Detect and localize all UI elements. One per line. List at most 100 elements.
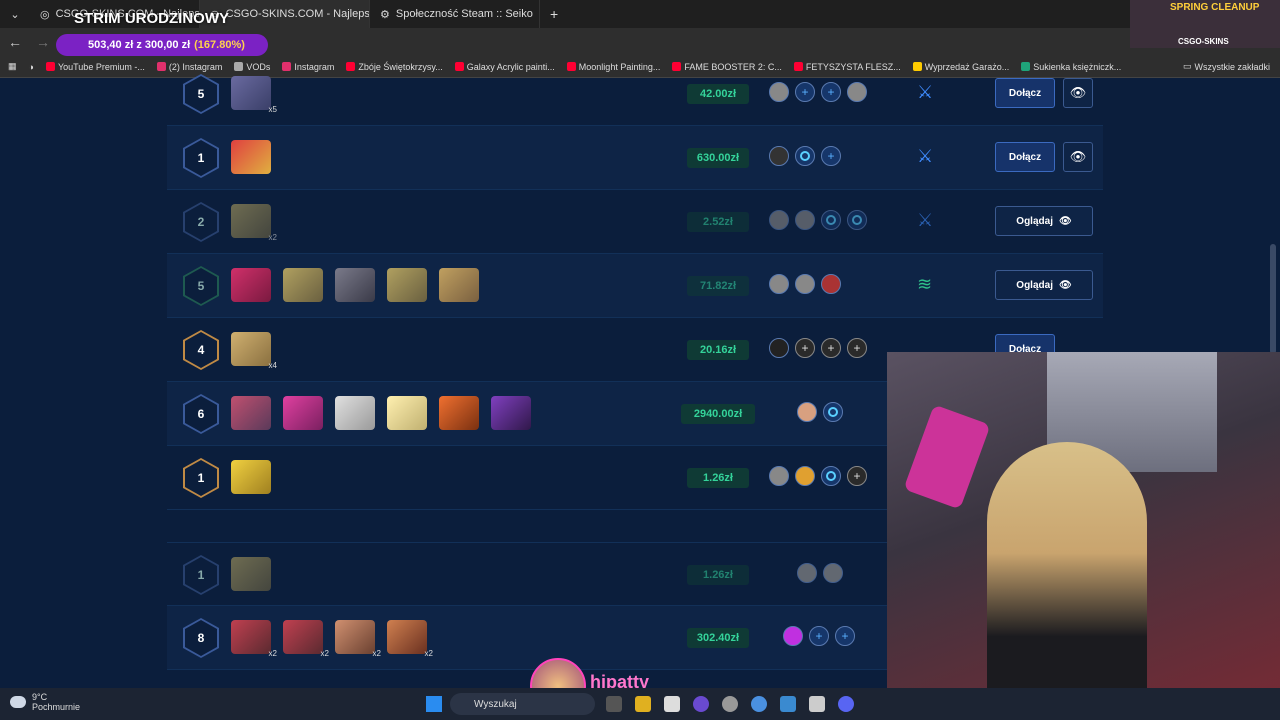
case-list — [231, 268, 479, 302]
back-icon[interactable]: ← — [8, 34, 22, 50]
spectator-icon — [821, 466, 841, 486]
join-slot-icon[interactable]: + — [847, 466, 867, 486]
case-image — [231, 396, 271, 430]
eye-icon[interactable]: 👁 — [1063, 78, 1093, 108]
donation-percent: (167.80%) — [194, 39, 245, 51]
apps-icon[interactable]: ▦ — [8, 61, 17, 72]
players-slots — [769, 274, 841, 294]
case-image: x4 — [231, 332, 277, 370]
case-image — [231, 268, 271, 302]
players-slots: + + — [769, 82, 867, 102]
weather-widget[interactable]: 9°C Pochmurnie — [10, 692, 80, 712]
avatar — [769, 82, 789, 102]
player-count-badge: 1 — [183, 555, 219, 595]
join-slot-icon[interactable]: + — [795, 338, 815, 358]
case-image — [439, 396, 479, 430]
eye-icon: 👁 — [1058, 215, 1072, 227]
steam-icon: ⚙ — [380, 8, 390, 21]
join-button[interactable]: Dołącz — [995, 78, 1055, 108]
avatar — [797, 563, 817, 583]
avatar — [769, 274, 789, 294]
join-button[interactable]: Dołącz — [995, 142, 1055, 172]
tab-list-icon[interactable]: ⌄ — [0, 8, 30, 21]
case-image: x2 — [231, 620, 277, 658]
cloud-icon — [10, 696, 26, 708]
join-slot-icon[interactable]: + — [835, 626, 855, 646]
battle-row: 2 x2 2.52zł ⚔ Oglądaj 👁 — [167, 190, 1103, 254]
case-list: x5 — [231, 76, 277, 114]
corner-camera: SPRING CLEANUP CSGO-SKINS — [1130, 0, 1280, 48]
eye-icon[interactable]: 👁 — [1063, 142, 1093, 172]
avatar — [769, 338, 789, 358]
app-icon[interactable] — [809, 696, 825, 712]
case-image: x2 — [283, 620, 329, 658]
new-tab-button[interactable]: + — [540, 6, 558, 22]
scrollbar[interactable] — [1270, 244, 1276, 354]
player-count-badge: 4 — [183, 330, 219, 370]
case-image — [491, 396, 531, 430]
avatar — [769, 466, 789, 486]
players-slots: + + + — [769, 338, 867, 358]
tab-steam[interactable]: ⚙Społeczność Steam :: Seiko✕ — [370, 0, 540, 28]
temperature: 9°C — [32, 692, 48, 702]
forward-icon[interactable]: → — [36, 34, 50, 50]
battle-row: 1 630.00zł + ⚔ Dołącz 👁 — [167, 126, 1103, 190]
players-slots: + + — [783, 626, 855, 646]
task-view-icon[interactable] — [606, 696, 622, 712]
taskbar-search[interactable]: Wyszukaj — [450, 693, 595, 715]
chrome-icon[interactable] — [751, 696, 767, 712]
bookmark-icon[interactable]: ◑ — [29, 62, 34, 72]
join-slot-icon[interactable]: + — [821, 146, 841, 166]
case-image: x2 — [335, 620, 381, 658]
case-image — [335, 268, 375, 302]
join-slot-icon[interactable]: + — [821, 338, 841, 358]
join-slot-icon[interactable]: + — [795, 82, 815, 102]
case-image: x2 — [387, 620, 433, 658]
case-list: x2 — [231, 204, 277, 242]
discord-icon[interactable] — [838, 696, 854, 712]
case-list — [231, 460, 271, 494]
spectator-icon — [847, 210, 867, 230]
bookmark[interactable]: YouTube Premium -... — [45, 62, 145, 72]
watch-button[interactable]: Oglądaj 👁 — [995, 206, 1093, 236]
windows-start-icon[interactable] — [426, 696, 442, 712]
watch-button[interactable]: Oglądaj 👁 — [995, 270, 1093, 300]
join-slot-icon[interactable]: + — [809, 626, 829, 646]
join-slot-icon[interactable]: + — [821, 82, 841, 102]
battle-price: 71.82zł — [687, 276, 749, 296]
player-count-badge: 1 — [183, 138, 219, 178]
battle-row: 5 x5 42.00zł + + ⚔ Dołącz 👁 — [167, 62, 1103, 126]
battle-price: 42.00zł — [687, 84, 749, 104]
avatar — [821, 274, 841, 294]
case-image — [231, 557, 271, 591]
avatar — [795, 466, 815, 486]
app-icon[interactable] — [693, 696, 709, 712]
avatar — [783, 626, 803, 646]
player-count-badge: 5 — [183, 266, 219, 306]
notepad-icon[interactable] — [780, 696, 796, 712]
case-image — [439, 268, 479, 302]
eye-icon: 👁 — [1058, 279, 1072, 291]
stream-title: STRIM URODZINOWY — [74, 10, 229, 27]
folder-icon: ▭ — [1182, 61, 1192, 71]
case-image — [283, 268, 323, 302]
spectator-icon — [821, 210, 841, 230]
corner-brand: CSGO-SKINS — [1178, 37, 1229, 46]
case-image — [231, 140, 271, 174]
case-image: x2 — [231, 204, 277, 242]
store-icon[interactable] — [664, 696, 680, 712]
avatar — [769, 146, 789, 166]
all-bookmarks[interactable]: ▭ Wszystkie zakładki — [1183, 61, 1270, 72]
join-slot-icon[interactable]: + — [847, 338, 867, 358]
app-icon[interactable] — [722, 696, 738, 712]
players-slots — [797, 402, 843, 422]
case-list — [231, 140, 271, 174]
taskbar: 9°C Pochmurnie Wyszukaj — [0, 688, 1280, 720]
case-image — [231, 460, 271, 494]
case-list: x4 — [231, 332, 277, 370]
avatar — [797, 402, 817, 422]
spectator-icon — [795, 146, 815, 166]
battle-price: 2.52zł — [687, 212, 749, 232]
file-explorer-icon[interactable] — [635, 696, 651, 712]
case-list — [231, 557, 271, 591]
